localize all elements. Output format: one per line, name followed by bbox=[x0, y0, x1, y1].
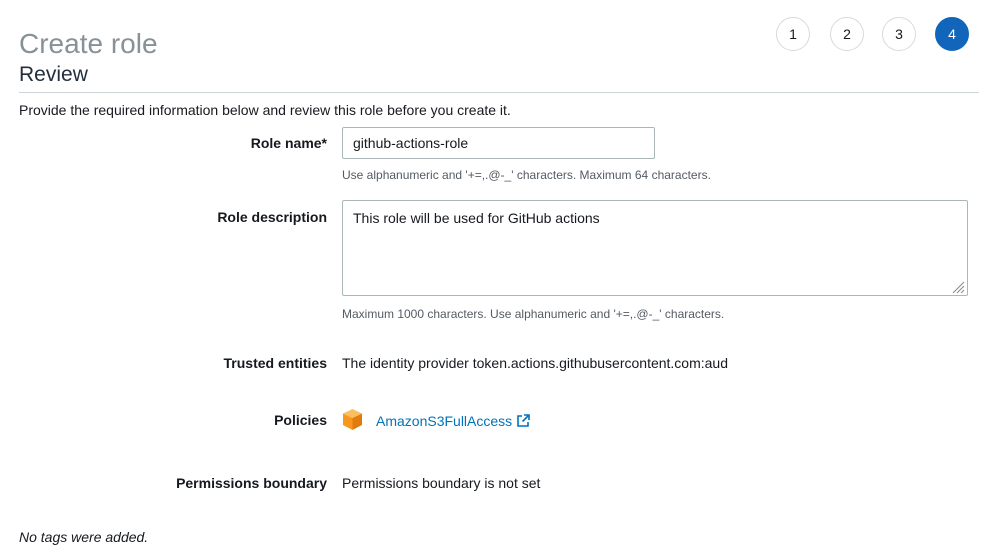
external-link-icon[interactable] bbox=[515, 413, 531, 429]
section-title-review: Review bbox=[19, 63, 88, 86]
role-description-textarea[interactable]: This role will be used for GitHub action… bbox=[342, 200, 968, 296]
trusted-entities-value: The identity provider token.actions.gith… bbox=[342, 355, 729, 371]
step-1[interactable]: 1 bbox=[776, 17, 810, 51]
role-description-label: Role description bbox=[217, 209, 327, 225]
step-3[interactable]: 3 bbox=[882, 17, 916, 51]
role-name-hint: Use alphanumeric and '+=,.@-_' character… bbox=[342, 168, 711, 182]
role-name-label: Role name* bbox=[250, 135, 327, 151]
page-title: Create role bbox=[19, 27, 158, 59]
permissions-boundary-label: Permissions boundary bbox=[176, 475, 327, 491]
step-2[interactable]: 2 bbox=[830, 17, 864, 51]
textarea-resize-handle-icon[interactable] bbox=[951, 280, 965, 294]
policies-label: Policies bbox=[274, 412, 327, 428]
step-4-current: 4 bbox=[935, 17, 969, 51]
review-intro-text: Provide the required information below a… bbox=[19, 102, 511, 118]
role-description-hint: Maximum 1000 characters. Use alphanumeri… bbox=[342, 307, 725, 321]
no-tags-note: No tags were added. bbox=[19, 529, 149, 545]
trusted-entities-label: Trusted entities bbox=[223, 355, 327, 371]
aws-managed-policy-cube-icon bbox=[343, 409, 362, 430]
role-name-input[interactable] bbox=[342, 127, 655, 159]
policy-link-amazons3fullaccess[interactable]: AmazonS3FullAccess bbox=[376, 413, 512, 429]
permissions-boundary-value: Permissions boundary is not set bbox=[342, 475, 541, 491]
section-divider bbox=[19, 92, 979, 93]
